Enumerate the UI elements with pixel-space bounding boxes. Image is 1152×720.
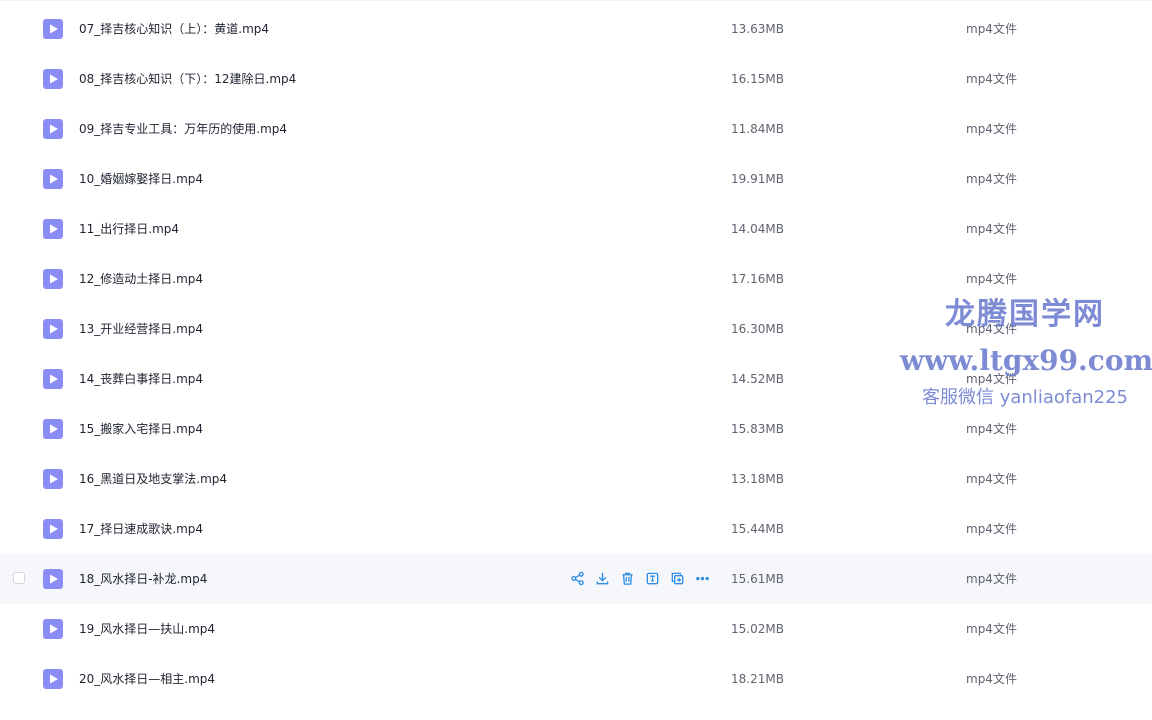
- file-type: mp4文件: [966, 422, 1017, 436]
- file-type: mp4文件: [966, 122, 1017, 136]
- row-checkbox[interactable]: [13, 572, 25, 584]
- file-type: mp4文件: [966, 672, 1017, 686]
- video-file-icon: [43, 169, 63, 189]
- video-file-icon: [43, 69, 63, 89]
- share-icon[interactable]: [570, 571, 585, 586]
- file-size: 16.15MB: [731, 72, 784, 86]
- file-row[interactable]: 15_搬家入宅择日.mp4 15.83MB mp4文件: [0, 404, 1152, 454]
- video-file-icon: [43, 19, 63, 39]
- file-type: mp4文件: [966, 622, 1017, 636]
- download-icon[interactable]: [595, 571, 610, 586]
- file-name[interactable]: 17_择日速成歌诀.mp4: [79, 521, 203, 537]
- video-file-icon: [43, 519, 63, 539]
- file-type: mp4文件: [966, 572, 1017, 586]
- file-row[interactable]: 08_择吉核心知识（下）：12建除日.mp4 16.15MB mp4文件: [0, 54, 1152, 104]
- video-file-icon: [43, 619, 63, 639]
- file-row[interactable]: 07_择吉核心知识（上）：黄道.mp4 13.63MB mp4文件: [0, 4, 1152, 54]
- more-icon[interactable]: [695, 571, 710, 586]
- file-size: 15.44MB: [731, 522, 784, 536]
- copy-icon[interactable]: [670, 571, 685, 586]
- file-row[interactable]: 10_婚姻嫁娶择日.mp4 19.91MB mp4文件: [0, 154, 1152, 204]
- file-type: mp4文件: [966, 372, 1017, 386]
- file-row[interactable]: 16_黑道日及地支掌法.mp4 13.18MB mp4文件: [0, 454, 1152, 504]
- file-type: mp4文件: [966, 522, 1017, 536]
- rename-icon[interactable]: [645, 571, 660, 586]
- file-name[interactable]: 15_搬家入宅择日.mp4: [79, 421, 203, 437]
- video-file-icon: [43, 419, 63, 439]
- video-file-icon: [43, 369, 63, 389]
- file-size: 13.18MB: [731, 472, 784, 486]
- video-file-icon: [43, 269, 63, 289]
- file-size: 19.91MB: [731, 172, 784, 186]
- file-row[interactable]: 19_风水择日—扶山.mp4 15.02MB mp4文件: [0, 604, 1152, 654]
- file-type: mp4文件: [966, 72, 1017, 86]
- file-row[interactable]: 14_丧葬白事择日.mp4 14.52MB mp4文件: [0, 354, 1152, 404]
- delete-icon[interactable]: [620, 571, 635, 586]
- file-type: mp4文件: [966, 22, 1017, 36]
- file-name[interactable]: 08_择吉核心知识（下）：12建除日.mp4: [79, 71, 296, 87]
- file-name[interactable]: 20_风水择日—相主.mp4: [79, 671, 215, 687]
- file-type: mp4文件: [966, 472, 1017, 486]
- file-size: 15.61MB: [731, 572, 784, 586]
- file-size: 11.84MB: [731, 122, 784, 136]
- video-file-icon: [43, 669, 63, 689]
- file-name[interactable]: 13_开业经营择日.mp4: [79, 321, 203, 337]
- video-file-icon: [43, 119, 63, 139]
- file-size: 15.02MB: [731, 622, 784, 636]
- file-name[interactable]: 16_黑道日及地支掌法.mp4: [79, 471, 227, 487]
- video-file-icon: [43, 219, 63, 239]
- file-row[interactable]: 09_择吉专业工具：万年历的使用.mp4 11.84MB mp4文件: [0, 104, 1152, 154]
- top-divider: [0, 0, 1152, 1]
- file-name[interactable]: 09_择吉专业工具：万年历的使用.mp4: [79, 121, 287, 137]
- file-row[interactable]: 13_开业经营择日.mp4 16.30MB mp4文件: [0, 304, 1152, 354]
- file-size: 18.21MB: [731, 672, 784, 686]
- file-type: mp4文件: [966, 272, 1017, 286]
- file-row[interactable]: 18_风水择日-补龙.mp4 15.61MB mp4文件: [0, 554, 1152, 604]
- file-size: 15.83MB: [731, 422, 784, 436]
- file-name[interactable]: 10_婚姻嫁娶择日.mp4: [79, 171, 203, 187]
- file-list: 07_择吉核心知识（上）：黄道.mp4 13.63MB mp4文件 08_择吉核…: [0, 4, 1152, 704]
- file-size: 14.04MB: [731, 222, 784, 236]
- file-name[interactable]: 18_风水择日-补龙.mp4: [79, 571, 207, 587]
- file-row[interactable]: 12_修造动土择日.mp4 17.16MB mp4文件: [0, 254, 1152, 304]
- file-name[interactable]: 11_出行择日.mp4: [79, 221, 179, 237]
- file-name[interactable]: 12_修造动土择日.mp4: [79, 271, 203, 287]
- video-file-icon: [43, 319, 63, 339]
- file-row[interactable]: 17_择日速成歌诀.mp4 15.44MB mp4文件: [0, 504, 1152, 554]
- file-size: 17.16MB: [731, 272, 784, 286]
- file-row[interactable]: 20_风水择日—相主.mp4 18.21MB mp4文件: [0, 654, 1152, 704]
- video-file-icon: [43, 469, 63, 489]
- file-size: 14.52MB: [731, 372, 784, 386]
- file-size: 16.30MB: [731, 322, 784, 336]
- file-type: mp4文件: [966, 222, 1017, 236]
- file-size: 13.63MB: [731, 22, 784, 36]
- file-name[interactable]: 14_丧葬白事择日.mp4: [79, 371, 203, 387]
- file-name[interactable]: 07_择吉核心知识（上）：黄道.mp4: [79, 21, 269, 37]
- file-row[interactable]: 11_出行择日.mp4 14.04MB mp4文件: [0, 204, 1152, 254]
- file-type: mp4文件: [966, 172, 1017, 186]
- file-type: mp4文件: [966, 322, 1017, 336]
- video-file-icon: [43, 569, 63, 589]
- file-name[interactable]: 19_风水择日—扶山.mp4: [79, 621, 215, 637]
- row-actions: [570, 571, 720, 587]
